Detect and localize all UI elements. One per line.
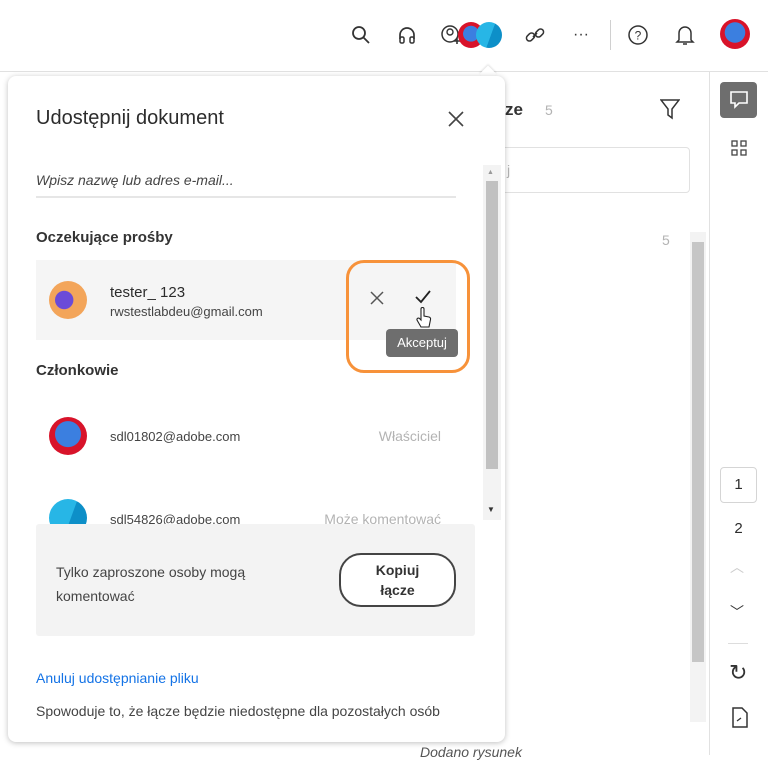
unshare-link[interactable]: Anuluj udostępnianie pliku	[36, 670, 199, 686]
right-rail: 1 2 ︿ ﹀ ↻	[709, 72, 768, 755]
filter-icon[interactable]	[659, 98, 681, 125]
requester-avatar	[49, 281, 87, 319]
pending-heading: Oczekujące prośby	[36, 229, 173, 246]
panel-title: ze	[505, 100, 523, 119]
member-email: sdl01802@adobe.com	[110, 429, 241, 444]
headphones-icon[interactable]	[394, 22, 420, 48]
member-avatar	[49, 417, 87, 455]
comment-icon	[729, 91, 748, 109]
comment-count: 5	[545, 102, 553, 118]
close-icon[interactable]	[446, 109, 466, 134]
top-toolbar: ··· ?	[0, 0, 768, 72]
document-icon[interactable]	[731, 707, 749, 734]
svg-text:?: ?	[635, 29, 642, 43]
invite-input[interactable]: Wpisz nazwę lub adres e-mail...	[36, 168, 456, 198]
refresh-icon[interactable]: ↻	[729, 660, 747, 686]
comment-search-input[interactable]: j	[490, 147, 690, 193]
grid-icon[interactable]	[731, 140, 747, 161]
dialog-title: Udostępnij dokument	[36, 107, 224, 129]
requester-email: rwstestlabdeu@gmail.com	[110, 304, 263, 319]
member-row: sdl01802@adobe.com Właściciel	[36, 406, 456, 466]
link-icon[interactable]	[522, 22, 548, 48]
page-1-button[interactable]: 1	[720, 467, 757, 503]
page-2-button[interactable]: 2	[720, 520, 757, 537]
divider	[728, 643, 748, 644]
members-heading: Członkowie	[36, 362, 119, 379]
activity-text: Dodano rysunek	[420, 744, 522, 760]
chevron-down-icon[interactable]: ﹀	[730, 602, 744, 622]
unshare-description: Spowoduje to, że łącze będzie niedostępn…	[36, 703, 440, 719]
comments-tool-button[interactable]	[720, 82, 757, 118]
divider	[610, 20, 611, 50]
link-settings-box: Tylko zaproszone osoby mogą komentować K…	[36, 524, 475, 636]
share-dialog: Udostępnij dokument Wpisz nazwę lub adre…	[8, 76, 505, 742]
group-count: 5	[662, 232, 670, 248]
comments-panel: ze 5 j 5 Dodano rysunek	[420, 72, 709, 760]
access-info-text: Tylko zaproszone osoby mogą komentować	[56, 564, 246, 604]
requester-name: tester_ 123	[110, 284, 186, 301]
search-icon[interactable]	[348, 22, 374, 48]
chevron-up-icon[interactable]: ︿	[730, 557, 744, 577]
panel-scrollbar[interactable]	[690, 232, 706, 722]
user-avatar[interactable]	[720, 19, 750, 49]
hand-cursor-icon	[416, 307, 432, 334]
member-role: Właściciel	[378, 428, 441, 444]
help-icon[interactable]: ?	[625, 22, 651, 48]
more-icon[interactable]: ···	[568, 22, 594, 48]
dialog-scrollbar[interactable]: ▲ ▼	[483, 165, 501, 520]
collaborator-avatar[interactable]	[476, 22, 502, 48]
copy-link-button[interactable]: Kopiuj łącze	[339, 553, 456, 607]
bell-icon[interactable]	[672, 22, 698, 48]
